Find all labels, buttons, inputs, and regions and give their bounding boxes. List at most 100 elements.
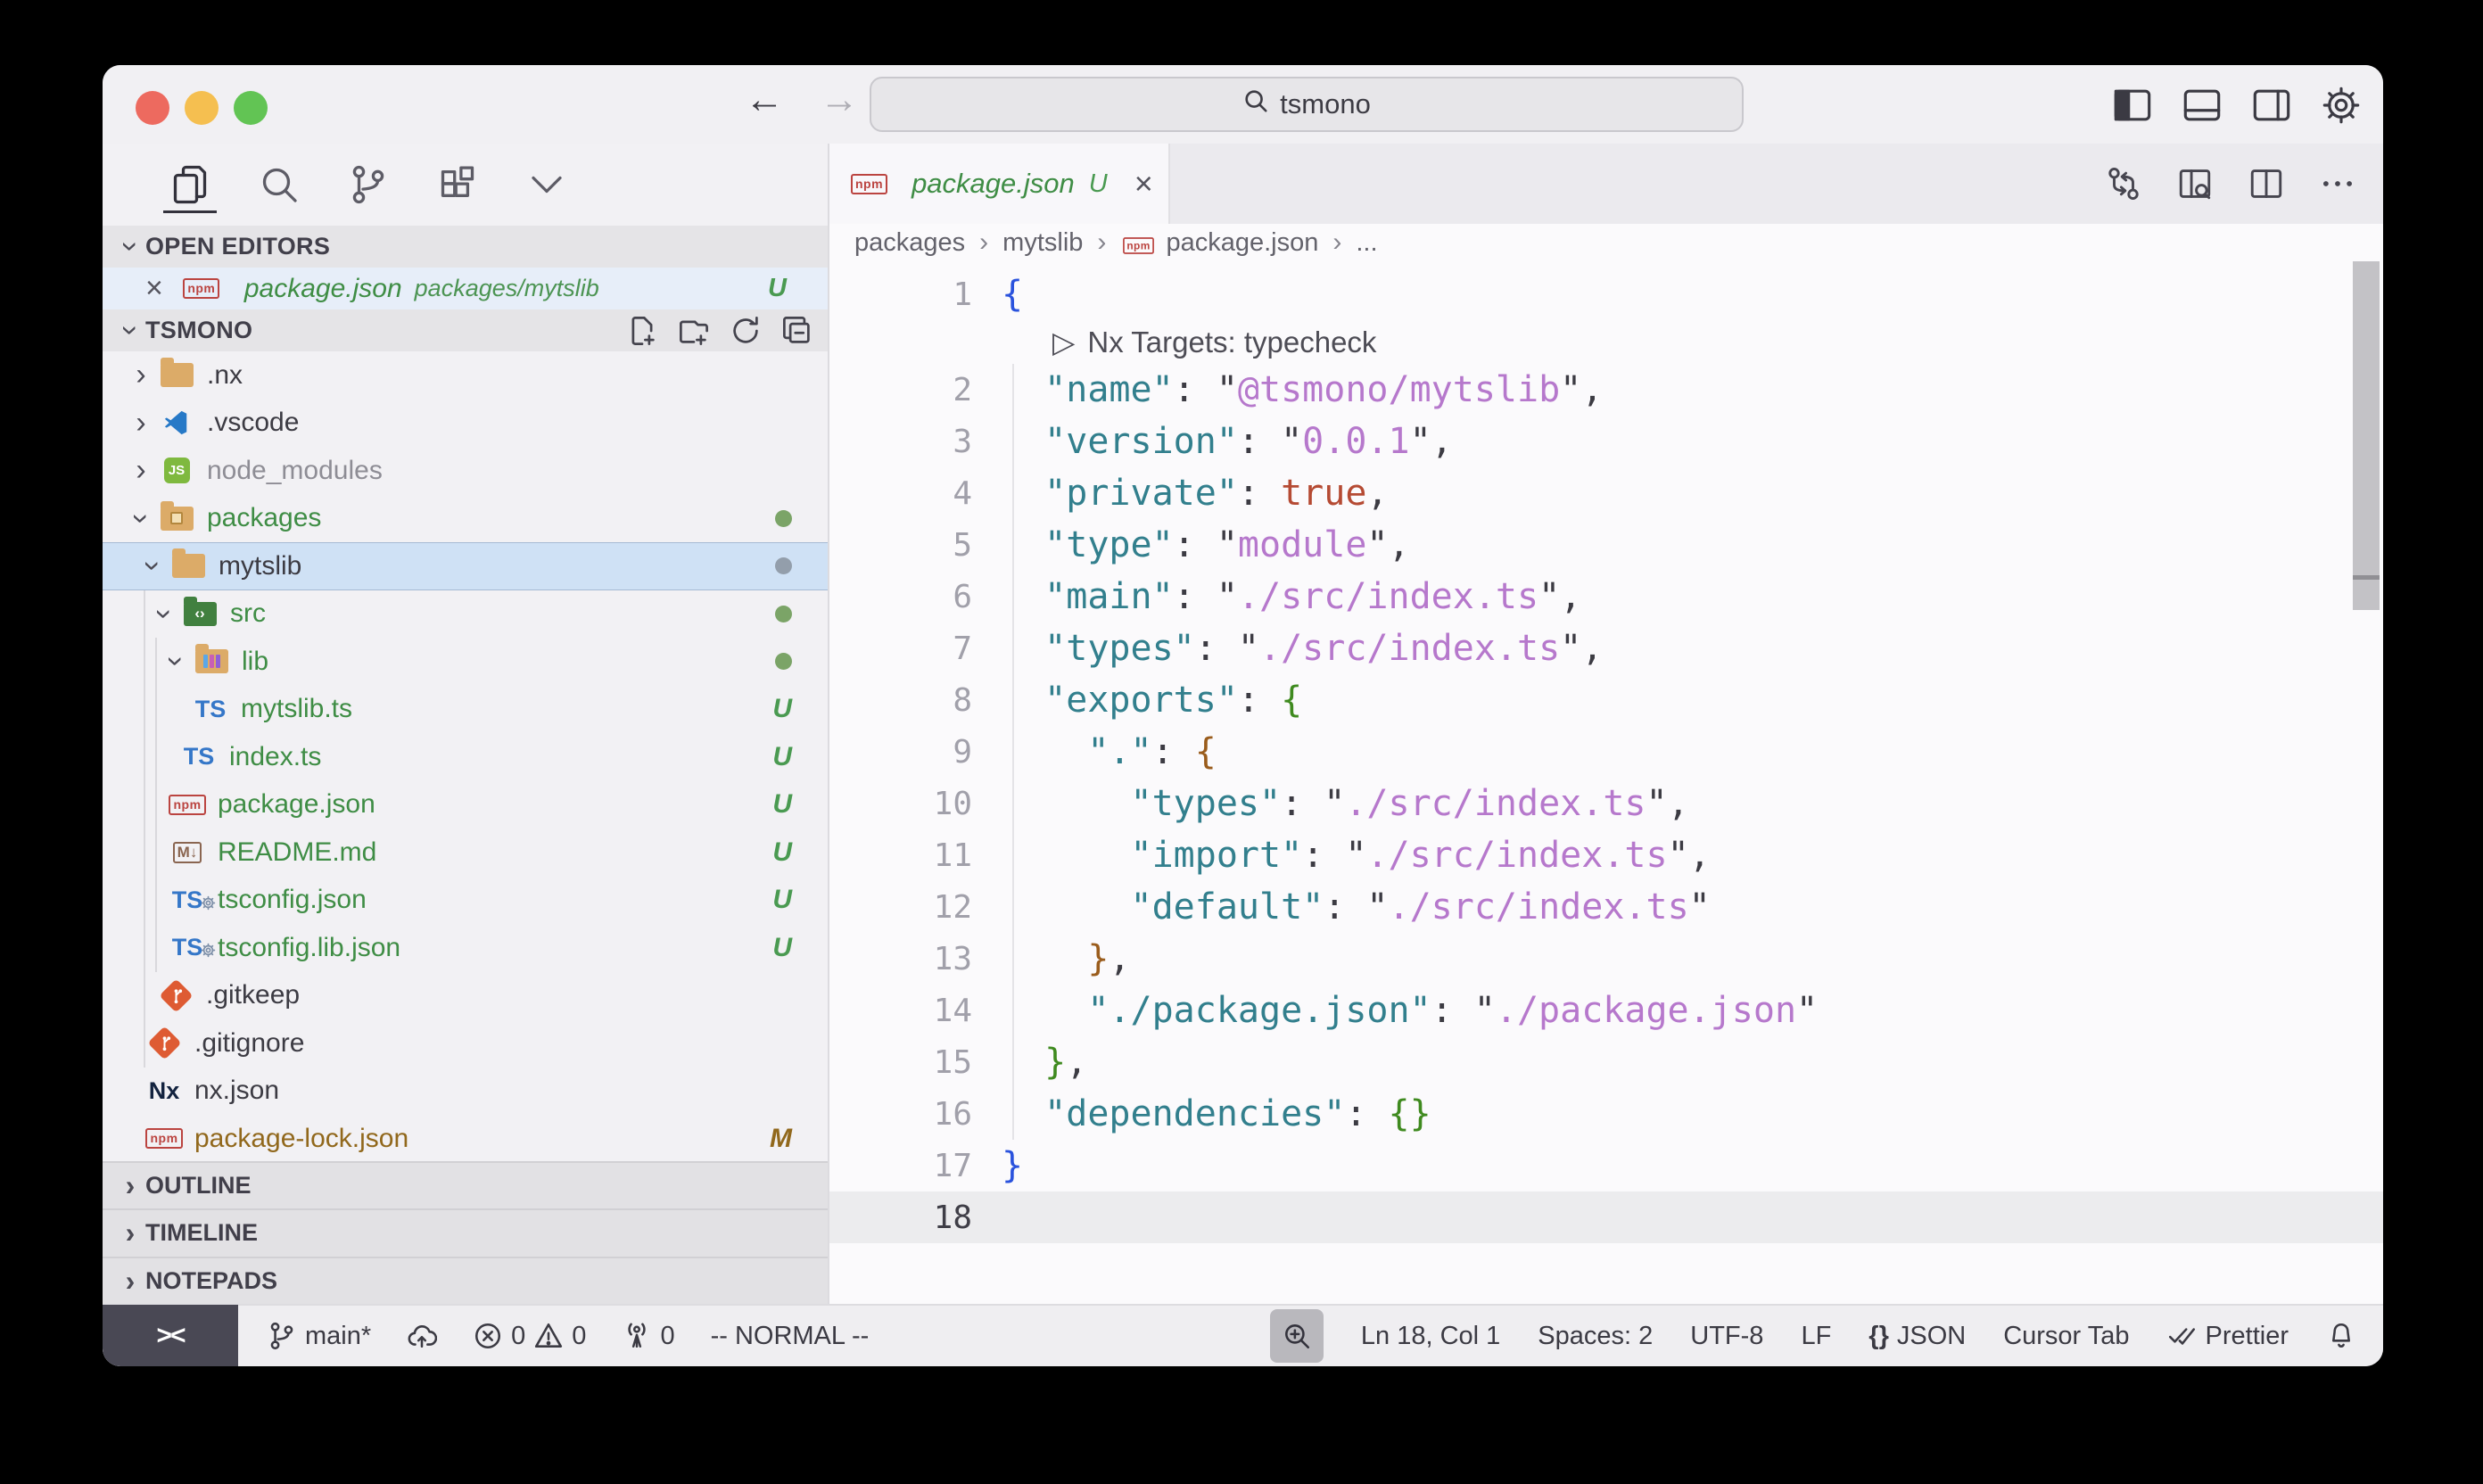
status-utf-8[interactable]: UTF-8: [1690, 1322, 1763, 1351]
tree-item-mytslib[interactable]: ›mytslib: [103, 542, 828, 590]
tree-item-mytslib-ts[interactable]: TSmytslib.tsU: [103, 686, 828, 734]
code-line-11[interactable]: 11 "import": "./src/index.ts",: [829, 829, 2383, 881]
tree-item-package-json[interactable]: npmpackage.jsonU: [103, 781, 828, 829]
status-zoom-plus[interactable]: [1270, 1309, 1324, 1363]
layout-panel-button[interactable]: [2180, 83, 2224, 128]
code-line-5[interactable]: 5 "type": "module",: [829, 519, 2383, 571]
tree-item--vscode[interactable]: ›.vscode: [103, 400, 828, 448]
code-line-17[interactable]: 17}: [829, 1140, 2383, 1191]
node-icon: JS: [156, 458, 197, 483]
activity-chevron-down-button[interactable]: [524, 156, 570, 213]
tree-item-readme-md[interactable]: M↓README.mdU: [103, 829, 828, 877]
status-0[interactable]: 00: [473, 1321, 586, 1351]
status-lf[interactable]: LF: [1801, 1322, 1831, 1351]
code-line-10[interactable]: 10 "types": "./src/index.ts",: [829, 778, 2383, 829]
breadcrumb-item[interactable]: npmpackage.json: [1120, 228, 1318, 258]
gear-button[interactable]: [2319, 83, 2363, 128]
ellipsis-button[interactable]: [2315, 161, 2360, 206]
code-editor[interactable]: 1{▷Nx Targets: typecheck2 "name": "@tsmo…: [829, 261, 2383, 1304]
folder-pkg-icon: [156, 507, 197, 531]
status--normal-[interactable]: -- NORMAL --: [711, 1322, 870, 1351]
tree-item-index-ts[interactable]: TSindex.tsU: [103, 733, 828, 781]
code-line-14[interactable]: 14 "./package.json": "./package.json": [829, 985, 2383, 1036]
status-spaces-2[interactable]: Spaces: 2: [1538, 1322, 1653, 1351]
tree-item--gitignore[interactable]: .gitignore: [103, 1019, 828, 1068]
activity-files-button[interactable]: [167, 156, 213, 213]
code-line-8[interactable]: 8 "exports": {: [829, 674, 2383, 726]
code-line-7[interactable]: 7 "types": "./src/index.ts",: [829, 622, 2383, 674]
tree-item-tsconfig-json[interactable]: TStsconfig.jsonU: [103, 877, 828, 925]
editor-scrollbar[interactable]: [2353, 261, 2380, 610]
code-line-13[interactable]: 13 },: [829, 933, 2383, 985]
status-prettier[interactable]: Prettier: [2167, 1321, 2289, 1351]
close-editor-icon[interactable]: ×: [145, 271, 163, 306]
open-editor-item[interactable]: × npm package.json packages/mytslib U: [103, 268, 828, 309]
split-button[interactable]: [2244, 161, 2289, 206]
status-main-[interactable]: main*: [267, 1321, 371, 1351]
compare-button[interactable]: [2101, 161, 2146, 206]
sidebar: › OPEN EDITORS × npm package.json packag…: [103, 144, 829, 1304]
tree-item-package-lock-json[interactable]: npmpackage-lock.jsonM: [103, 1115, 828, 1161]
tree-item-tsconfig-lib-json[interactable]: TStsconfig.lib.jsonU: [103, 924, 828, 972]
back-button[interactable]: ←: [745, 78, 784, 122]
activity-search-button[interactable]: [256, 156, 302, 213]
open-editors-header[interactable]: › OPEN EDITORS: [103, 226, 828, 268]
new-file-button[interactable]: [624, 313, 660, 349]
minimize-window-button[interactable]: [185, 91, 219, 125]
code-line-6[interactable]: 6 "main": "./src/index.ts",: [829, 571, 2383, 622]
code-line-4[interactable]: 4 "private": true,: [829, 467, 2383, 519]
layout-sidebar-right-button[interactable]: [2249, 83, 2294, 128]
code-line-9[interactable]: 9 ".": {: [829, 726, 2383, 778]
tree-item-lib[interactable]: ›lib: [103, 638, 828, 686]
status-cursor-tab[interactable]: Cursor Tab: [2003, 1322, 2129, 1351]
code-line-12[interactable]: 12 "default": "./src/index.ts": [829, 881, 2383, 933]
remote-indicator[interactable]: ><: [103, 1305, 238, 1366]
git-decoration-badge: U: [772, 885, 828, 915]
tab-package-json[interactable]: npm package.json U ×: [829, 144, 1170, 224]
tree-item-src[interactable]: ›‹›src: [103, 590, 828, 639]
codelens-nx-targets[interactable]: ▷Nx Targets: typecheck: [829, 320, 2383, 364]
collapse-all-button[interactable]: [780, 313, 815, 349]
code-line-15[interactable]: 15 },: [829, 1036, 2383, 1088]
status-cloud-up[interactable]: [407, 1321, 437, 1351]
code-line-2[interactable]: 2 "name": "@tsmono/mytslib",: [829, 364, 2383, 416]
breadcrumb-item[interactable]: packages: [854, 228, 965, 258]
search-icon: [258, 163, 301, 206]
breadcrumb-item[interactable]: ...: [1356, 228, 1377, 258]
refresh-icon: [730, 315, 762, 347]
command-center-search[interactable]: tsmono: [870, 77, 1744, 132]
zoom-window-button[interactable]: [234, 91, 268, 125]
tree-item-label: src: [230, 598, 266, 629]
new-folder-button[interactable]: [676, 313, 712, 349]
section-notepads[interactable]: ›NOTEPADS: [103, 1257, 828, 1304]
breadcrumb-item[interactable]: mytslib: [1002, 228, 1083, 258]
line-number: 16: [829, 1096, 972, 1133]
breadcrumb-separator: ›: [1097, 227, 1106, 258]
refresh-button[interactable]: [728, 313, 763, 349]
code-line-16[interactable]: 16 "dependencies": {}: [829, 1088, 2383, 1140]
tree-item-nx-json[interactable]: Nxnx.json: [103, 1068, 828, 1116]
code-line-1[interactable]: 1{: [829, 268, 2383, 320]
tree-item-packages[interactable]: ›packages: [103, 495, 828, 543]
preview-search-button[interactable]: [2173, 161, 2217, 206]
status-ln-18-col-1[interactable]: Ln 18, Col 1: [1361, 1322, 1500, 1351]
line-number: 3: [829, 424, 972, 460]
status-bell[interactable]: [2326, 1321, 2356, 1351]
forward-button[interactable]: →: [820, 78, 859, 122]
activity-branch-button[interactable]: [345, 156, 392, 213]
explorer-section-header[interactable]: › TSMONO: [103, 309, 828, 351]
tree-item--nx[interactable]: ›.nx: [103, 351, 828, 400]
close-window-button[interactable]: [136, 91, 169, 125]
tab-close-button[interactable]: ×: [1134, 165, 1153, 202]
layout-sidebar-left-button[interactable]: [2110, 83, 2155, 128]
activity-extensions-button[interactable]: [434, 156, 481, 213]
status-0[interactable]: 0: [622, 1321, 674, 1351]
tree-item-node-modules[interactable]: ›JSnode_modules: [103, 447, 828, 495]
status-json[interactable]: {}JSON: [1868, 1322, 1966, 1351]
section-outline[interactable]: ›OUTLINE: [103, 1161, 828, 1208]
tree-item--gitkeep[interactable]: .gitkeep: [103, 972, 828, 1020]
code-line-18[interactable]: 18: [829, 1191, 2383, 1243]
section-timeline[interactable]: ›TIMELINE: [103, 1208, 828, 1256]
line-number: 5: [829, 527, 972, 564]
code-line-3[interactable]: 3 "version": "0.0.1",: [829, 416, 2383, 467]
